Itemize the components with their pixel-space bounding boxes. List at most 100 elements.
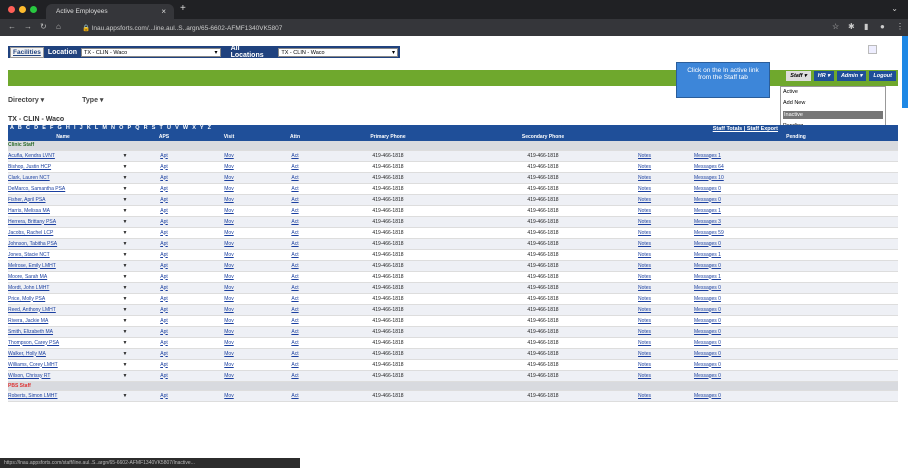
aps-link[interactable]: Apt xyxy=(132,348,196,360)
notes-link[interactable]: Notes xyxy=(638,183,694,195)
row-dropdown-icon[interactable]: ▼ xyxy=(118,326,132,338)
row-dropdown-icon[interactable]: ▼ xyxy=(118,260,132,272)
menu-item-inactive[interactable]: Inactive xyxy=(783,111,883,119)
aps-link[interactable]: Apt xyxy=(132,205,196,217)
notes-link[interactable]: Notes xyxy=(638,271,694,283)
hr-menu-button[interactable]: HR ▾ xyxy=(813,71,834,81)
aps-link[interactable]: Apt xyxy=(132,326,196,338)
messages-link[interactable]: Messages 64 xyxy=(694,161,898,173)
messages-link[interactable]: Messages 3 xyxy=(694,216,898,228)
attn-link[interactable]: Act xyxy=(262,172,328,184)
staff-name-link[interactable]: Rivera, Jackie MA xyxy=(8,315,118,327)
attn-link[interactable]: Act xyxy=(262,238,328,250)
aps-link[interactable]: Apt xyxy=(132,271,196,283)
notes-link[interactable]: Notes xyxy=(638,304,694,316)
attn-link[interactable]: Act xyxy=(262,161,328,173)
staff-name-link[interactable]: Acuña, Kendra LVNT xyxy=(8,150,118,162)
row-dropdown-icon[interactable]: ▼ xyxy=(118,183,132,195)
messages-link[interactable]: Messages 0 xyxy=(694,370,898,382)
messages-link[interactable]: Messages 0 xyxy=(694,315,898,327)
aps-link[interactable]: Apt xyxy=(132,227,196,239)
row-dropdown-icon[interactable]: ▼ xyxy=(118,216,132,228)
messages-link[interactable]: Messages 1 xyxy=(694,150,898,162)
staff-name-link[interactable]: Fisher, April PSA xyxy=(8,194,118,206)
messages-link[interactable]: Messages 1 xyxy=(694,205,898,217)
staff-name-link[interactable]: Jacobs, Rachel LCP xyxy=(8,227,118,239)
row-dropdown-icon[interactable]: ▼ xyxy=(118,315,132,327)
notes-link[interactable]: Notes xyxy=(638,260,694,272)
messages-link[interactable]: Messages 0 xyxy=(694,337,898,349)
messages-link[interactable]: Messages 0 xyxy=(694,390,898,402)
attn-link[interactable]: Act xyxy=(262,304,328,316)
notes-link[interactable]: Notes xyxy=(638,249,694,261)
notes-link[interactable]: Notes xyxy=(638,348,694,360)
aps-link[interactable]: Apt xyxy=(132,161,196,173)
help-icon[interactable] xyxy=(868,45,877,54)
attn-link[interactable]: Act xyxy=(262,282,328,294)
visit-link[interactable]: Mov xyxy=(196,216,262,228)
aps-link[interactable]: Apt xyxy=(132,260,196,272)
staff-name-link[interactable]: Melrose, Emily LMHT xyxy=(8,260,118,272)
messages-link[interactable]: Messages 0 xyxy=(694,304,898,316)
browser-tab[interactable]: Active Employees × xyxy=(46,4,174,19)
messages-link[interactable]: Messages 10 xyxy=(694,172,898,184)
notes-link[interactable]: Notes xyxy=(638,216,694,228)
notes-link[interactable]: Notes xyxy=(638,205,694,217)
all-locations-select[interactable]: TX - CLIN - Waco xyxy=(278,47,398,57)
forward-icon[interactable]: → xyxy=(24,22,32,31)
aps-link[interactable]: Apt xyxy=(132,183,196,195)
aps-link[interactable]: Apt xyxy=(132,249,196,261)
visit-link[interactable]: Mov xyxy=(196,282,262,294)
staff-name-link[interactable]: DeMarco, Samantha PSA xyxy=(8,183,118,195)
row-dropdown-icon[interactable]: ▼ xyxy=(118,150,132,162)
notes-link[interactable]: Notes xyxy=(638,227,694,239)
visit-link[interactable]: Mov xyxy=(196,183,262,195)
visit-link[interactable]: Mov xyxy=(196,271,262,283)
visit-link[interactable]: Mov xyxy=(196,260,262,272)
messages-link[interactable]: Messages 0 xyxy=(694,238,898,250)
staff-name-link[interactable]: Moore, Sarah MA xyxy=(8,271,118,283)
visit-link[interactable]: Mov xyxy=(196,172,262,184)
notes-link[interactable]: Notes xyxy=(638,359,694,371)
staff-name-link[interactable]: Bishop, Justin HCP xyxy=(8,161,118,173)
staff-name-link[interactable]: Johnson, Tabitha PSA xyxy=(8,238,118,250)
aps-link[interactable]: Apt xyxy=(132,390,196,402)
notes-link[interactable]: Notes xyxy=(638,161,694,173)
staff-name-link[interactable]: Smith, Elizabeth MA xyxy=(8,326,118,338)
notes-link[interactable]: Notes xyxy=(638,315,694,327)
attn-link[interactable]: Act xyxy=(262,348,328,360)
attn-link[interactable]: Act xyxy=(262,315,328,327)
notes-link[interactable]: Notes xyxy=(638,282,694,294)
visit-link[interactable]: Mov xyxy=(196,348,262,360)
aps-link[interactable]: Apt xyxy=(132,304,196,316)
row-dropdown-icon[interactable]: ▼ xyxy=(118,172,132,184)
messages-link[interactable]: Messages 0 xyxy=(694,194,898,206)
notes-link[interactable]: Notes xyxy=(638,194,694,206)
menu-item-add-new[interactable]: Add New xyxy=(783,100,805,106)
attn-link[interactable]: Act xyxy=(262,260,328,272)
attn-link[interactable]: Act xyxy=(262,194,328,206)
messages-link[interactable]: Messages 0 xyxy=(694,293,898,305)
home-icon[interactable]: ⌂ xyxy=(56,22,61,31)
notes-link[interactable]: Notes xyxy=(638,172,694,184)
attn-link[interactable]: Act xyxy=(262,326,328,338)
messages-link[interactable]: Messages 1 xyxy=(694,249,898,261)
row-dropdown-icon[interactable]: ▼ xyxy=(118,359,132,371)
staff-name-link[interactable]: Wilson, Chrissy RT xyxy=(8,370,118,382)
messages-link[interactable]: Messages 0 xyxy=(694,282,898,294)
visit-link[interactable]: Mov xyxy=(196,161,262,173)
messages-link[interactable]: Messages 0 xyxy=(694,183,898,195)
aps-link[interactable]: Apt xyxy=(132,337,196,349)
attn-link[interactable]: Act xyxy=(262,183,328,195)
staff-totals-link[interactable]: Staff Totals | Staff Export xyxy=(713,126,778,132)
messages-link[interactable]: Messages 0 xyxy=(694,348,898,360)
row-dropdown-icon[interactable]: ▼ xyxy=(118,370,132,382)
address-bar[interactable]: 🔒 lnau.appsforts.com/...line.aul..S..arg… xyxy=(76,21,816,34)
reload-icon[interactable]: ↻ xyxy=(40,22,47,31)
close-dot[interactable] xyxy=(8,6,15,13)
facilities-link[interactable]: Facilities xyxy=(10,46,44,58)
notes-link[interactable]: Notes xyxy=(638,293,694,305)
staff-name-link[interactable]: Williams, Corey LMHT xyxy=(8,359,118,371)
staff-name-link[interactable]: Harris, Melissa MA xyxy=(8,205,118,217)
visit-link[interactable]: Mov xyxy=(196,359,262,371)
